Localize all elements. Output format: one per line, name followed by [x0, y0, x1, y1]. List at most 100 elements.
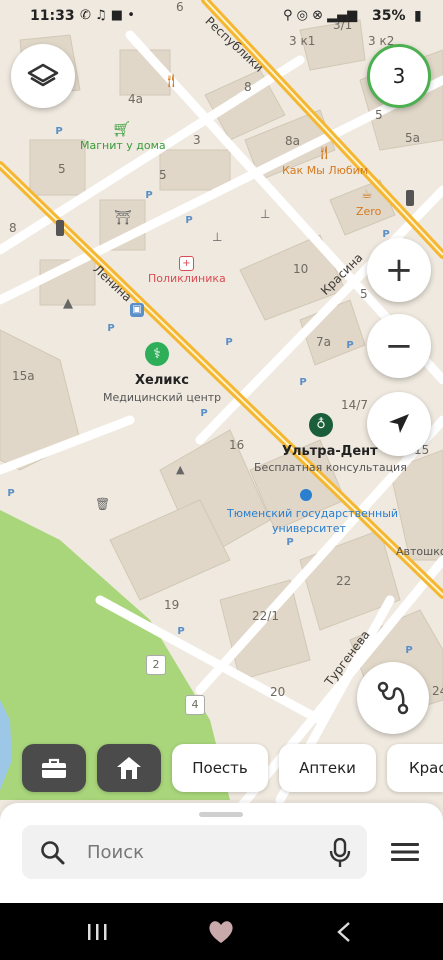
navigation-arrow-icon [389, 414, 409, 433]
restaurant-icon: 🍴︎ [316, 146, 333, 161]
building-label: 19 [164, 598, 180, 612]
parking-icon: P [405, 645, 413, 656]
parking-icon: P [225, 337, 233, 348]
hospital-icon: + [179, 256, 194, 271]
building-label: 7а [316, 335, 331, 349]
notification-count-badge[interactable]: 3 [367, 44, 431, 108]
building-label: 24 [432, 684, 443, 698]
status-bar: 11:33 ✆ ♫ ■ • ⚲ ◎ ⊗ ▂▄▆ 35% ▮ [0, 0, 443, 34]
monument-icon: ⛩︎ [114, 210, 132, 226]
building-label: 8а [285, 134, 300, 148]
poi-heliks-subtitle: Медицинский центр [103, 391, 222, 404]
layers-icon [27, 63, 59, 87]
trash-icon: 🗑︎ [95, 497, 111, 511]
search-bar[interactable]: Поиск [22, 825, 367, 879]
layers-button[interactable] [11, 44, 75, 108]
building-label: 16 [229, 438, 245, 452]
building-label: 2 [146, 655, 166, 675]
building-label: 4а [128, 92, 143, 106]
building-label: 8 [9, 221, 17, 235]
beauty-chip-label: Крас [409, 759, 443, 777]
parking-icon: P [177, 626, 185, 637]
eat-chip[interactable]: Поесть [172, 744, 268, 792]
search-input[interactable]: Поиск [87, 842, 144, 863]
poi-magnit[interactable]: Магнит у дома [80, 139, 166, 152]
status-notification-icons: ✆ ♫ ■ • [80, 8, 135, 23]
route-icon [377, 681, 409, 715]
university-icon [300, 489, 312, 501]
parking-icon: P [55, 126, 63, 137]
building-label: 8 [244, 80, 252, 94]
building-label: 3 [193, 133, 201, 147]
dentist-icon: ♁ [309, 413, 333, 437]
status-system-icons: ⚲ ◎ ⊗ ▂▄▆ [283, 8, 358, 23]
microphone-icon[interactable] [329, 838, 351, 868]
poi-ultra-dent-name[interactable]: Ультра-Дент [282, 444, 378, 459]
building-label: 22/1 [252, 609, 279, 623]
cart-icon: 🛒︎ [112, 120, 132, 138]
plus-icon: + [384, 250, 414, 290]
building-label: 5 [360, 287, 368, 301]
zoom-in-button[interactable]: + [367, 238, 431, 302]
poi-ultra-dent-subtitle: Бесплатная консультация [254, 461, 407, 474]
zoom-out-button[interactable]: − [367, 314, 431, 378]
status-battery: 35% [372, 8, 406, 24]
pharmacies-chip-label: Аптеки [299, 759, 356, 777]
work-chip[interactable] [22, 744, 86, 792]
building-label: 22 [336, 574, 352, 588]
poi-university-line1[interactable]: Тюменский государственный [227, 507, 398, 520]
parking-icon: P [185, 215, 193, 226]
recent-apps-icon[interactable] [86, 922, 108, 942]
parking-icon: P [145, 190, 153, 201]
locate-me-button[interactable] [367, 392, 431, 456]
battery-icon: ▮ [414, 8, 422, 24]
system-navigation-bar [0, 903, 443, 960]
poi-poliklinika[interactable]: Поликлиника [148, 272, 226, 285]
route-button[interactable] [357, 662, 429, 734]
home-icon [117, 757, 141, 779]
building-label: 5 [58, 162, 66, 176]
building-label: 15а [12, 369, 35, 383]
home-chip[interactable] [97, 744, 161, 792]
building-label: 14/7 [341, 398, 368, 412]
building-label: 10 [293, 262, 309, 276]
parking-icon: P [286, 537, 294, 548]
monument-icon: ⊥ [212, 230, 223, 244]
monument-icon: ⊥ [260, 207, 271, 221]
parking-icon: P [346, 340, 354, 351]
briefcase-icon [42, 758, 66, 778]
status-time: 11:33 [30, 8, 75, 24]
building-label: 4 [185, 695, 205, 715]
menu-icon[interactable] [390, 841, 420, 863]
cafe-icon: ☕︎ [361, 187, 373, 202]
search-icon [41, 841, 65, 865]
badge-count: 3 [392, 64, 406, 88]
monument-icon: ▲ [63, 296, 73, 311]
poi-kak-my-lyubim[interactable]: Как Мы Любим [282, 164, 368, 177]
monument-icon: ▲ [176, 463, 185, 476]
building-label: 5 [375, 108, 383, 122]
restaurant-icon: 🍴︎ [163, 74, 180, 89]
bus-stop-icon: ▣ [130, 303, 144, 317]
pharmacies-chip[interactable]: Аптеки [279, 744, 376, 792]
building-label: 3 к1 [289, 34, 316, 48]
beauty-chip[interactable]: Крас [387, 744, 443, 792]
parking-icon: P [107, 323, 115, 334]
medical-center-icon: ⚕︎ [145, 342, 169, 366]
minus-icon: − [384, 326, 414, 366]
parking-icon: P [7, 488, 15, 499]
parking-icon: P [200, 408, 208, 419]
building-label: 5а [405, 131, 420, 145]
parking-icon: P [299, 377, 307, 388]
poi-zero[interactable]: Zero [356, 205, 381, 218]
building-label: 5 [159, 168, 167, 182]
bottom-sheet: Поиск [0, 803, 443, 903]
poi-university-line2: университет [272, 522, 346, 535]
home-heart-icon[interactable] [207, 919, 235, 945]
back-icon[interactable] [335, 921, 353, 943]
eat-chip-label: Поесть [192, 759, 248, 777]
poi-heliks-name[interactable]: Хеликс [135, 373, 189, 388]
building-label: 20 [270, 685, 286, 699]
sheet-handle[interactable] [199, 812, 243, 817]
poi-autoshkola[interactable]: Автошкол [396, 545, 443, 558]
